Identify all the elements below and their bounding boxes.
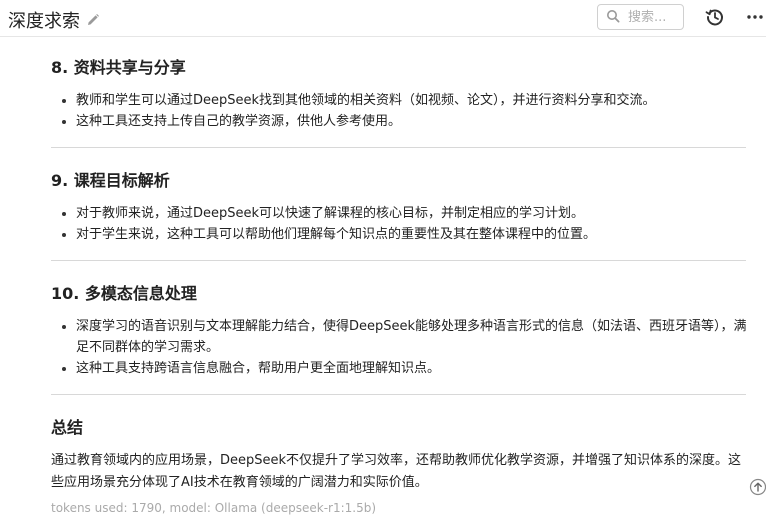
section-list: 对于教师来说，通过DeepSeek可以快速了解课程的核心目标，并制定相应的学习计… (58, 203, 748, 245)
history-icon[interactable] (705, 7, 725, 27)
divider (51, 394, 746, 395)
list-item: 这种工具支持跨语言信息融合，帮助用户更全面地理解知识点。 (58, 358, 748, 379)
more-icon[interactable] (746, 6, 764, 26)
section-list: 教师和学生可以通过DeepSeek找到其他领域的相关资料（如视频、论文），并进行… (58, 90, 748, 132)
chat-title-text: 深度求索 (8, 11, 80, 32)
section-heading: 8. 资料共享与分享 (51, 58, 186, 77)
list-item: 对于教师来说，通过DeepSeek可以快速了解课程的核心目标，并制定相应的学习计… (58, 203, 748, 224)
section-heading: 10. 多模态信息处理 (51, 284, 197, 303)
summary-heading: 总结 (51, 418, 84, 437)
divider (51, 147, 746, 148)
list-item: 这种工具还支持上传自己的教学资源，供他人参考使用。 (58, 111, 748, 132)
token-usage: tokens used: 1790, model: Ollama (deepse… (51, 501, 377, 515)
search-input[interactable] (626, 8, 682, 26)
list-item: 深度学习的语音识别与文本理解能力结合，使得DeepSeek能够处理多种语言形式的… (58, 316, 748, 358)
top-bar: 深度求索 (0, 0, 766, 37)
search-icon (606, 8, 620, 27)
chat-title[interactable]: 深度求索 (8, 7, 100, 33)
list-item: 对于学生来说，这种工具可以帮助他们理解每个知识点的重要性及其在整体课程中的位置。 (58, 224, 748, 245)
pencil-icon[interactable] (86, 13, 100, 27)
list-item: 教师和学生可以通过DeepSeek找到其他领域的相关资料（如视频、论文），并进行… (58, 90, 748, 111)
section-list: 深度学习的语音识别与文本理解能力结合，使得DeepSeek能够处理多种语言形式的… (58, 316, 748, 379)
search-box[interactable] (597, 4, 684, 30)
divider (51, 260, 746, 261)
arrow-up-circle-icon[interactable] (749, 478, 766, 496)
summary-text: 通过教育领域内的应用场景，DeepSeek不仅提升了学习效率，还帮助教师优化教学… (51, 453, 742, 490)
section-heading: 9. 课程目标解析 (51, 171, 170, 190)
